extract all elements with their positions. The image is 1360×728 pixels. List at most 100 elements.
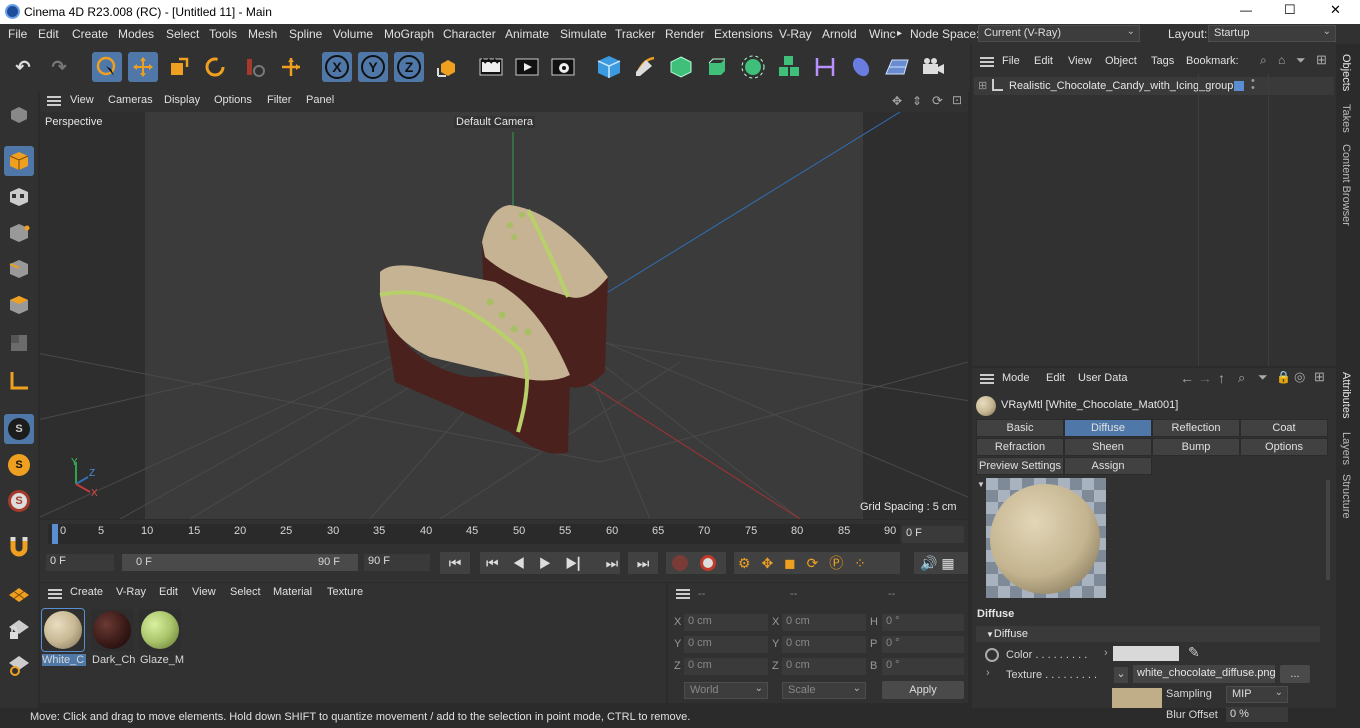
live-select-icon[interactable]: [92, 52, 122, 82]
apply-button[interactable]: Apply: [882, 681, 964, 699]
viewport-rotate-icon[interactable]: ⟳: [932, 93, 943, 109]
search-icon[interactable]: ⌕: [1238, 370, 1245, 386]
viewport-menu-filter[interactable]: Filter: [267, 94, 291, 106]
menu-volume[interactable]: Volume: [333, 27, 373, 41]
tab-objects[interactable]: Objects: [1340, 54, 1352, 91]
layout-select[interactable]: Startup ⌄: [1208, 25, 1336, 42]
lock-y-axis-button[interactable]: Y: [358, 52, 388, 82]
back-arrow-icon[interactable]: ←: [1180, 370, 1194, 386]
viewport-pan-icon[interactable]: ✥: [892, 94, 902, 108]
viewport-camera-label[interactable]: Default Camera: [454, 116, 536, 128]
material-thumbnail[interactable]: [41, 608, 85, 652]
menu-select[interactable]: Select: [166, 27, 199, 41]
coord-p-field[interactable]: 0 °: [882, 636, 964, 653]
render-view-icon[interactable]: [476, 52, 506, 82]
deformer-icon[interactable]: [810, 52, 840, 82]
tab-refraction[interactable]: Refraction: [976, 438, 1064, 456]
dynamic-grid-icon[interactable]: [4, 650, 34, 680]
start-frame-field[interactable]: 0 F: [46, 554, 114, 571]
viewport-dolly-icon[interactable]: ⇕: [912, 94, 922, 108]
tab-preview-settings[interactable]: Preview Settings: [976, 457, 1064, 475]
render-settings-icon[interactable]: [548, 52, 578, 82]
pen-spline-icon[interactable]: [630, 52, 660, 82]
lock-icon[interactable]: 🔒: [1276, 370, 1291, 384]
attr-menu-user-data[interactable]: User Data: [1078, 372, 1128, 384]
tab-diffuse[interactable]: Diffuse: [1064, 419, 1152, 437]
material-name[interactable]: Dark_Ch: [92, 654, 136, 666]
autokey-icon[interactable]: [700, 555, 716, 571]
preview-collapse-icon[interactable]: ▼: [977, 480, 985, 489]
points-mode-icon[interactable]: [4, 218, 34, 248]
field-object-icon[interactable]: [846, 52, 876, 82]
settings-icon[interactable]: ◎: [1294, 369, 1305, 385]
scrollbar[interactable]: [1326, 480, 1330, 580]
visibility-dots-icon[interactable]: • •: [1251, 76, 1255, 94]
material-menu-view[interactable]: View: [192, 586, 216, 598]
move-tool-icon[interactable]: [128, 52, 158, 82]
current-frame-field[interactable]: 0 F: [902, 526, 964, 543]
edges-mode-icon[interactable]: [4, 254, 34, 284]
tab-options[interactable]: Options: [1240, 438, 1328, 456]
texture-mode-icon[interactable]: [4, 182, 34, 212]
menu-window[interactable]: Winc: [869, 27, 896, 41]
uv-mode-icon[interactable]: [4, 328, 34, 358]
menu-modes[interactable]: Modes: [118, 27, 154, 41]
menu-vray[interactable]: V-Ray: [779, 27, 812, 41]
lock-x-axis-button[interactable]: X: [322, 52, 352, 82]
layer-color-swatch[interactable]: [1234, 81, 1244, 91]
coord-py-field[interactable]: 0 cm: [684, 636, 768, 653]
extrude-generator-icon[interactable]: [702, 52, 732, 82]
tab-sheen[interactable]: Sheen: [1064, 438, 1152, 456]
texture-dropdown-icon[interactable]: ⌄: [1114, 667, 1128, 683]
objects-menu-edit[interactable]: Edit: [1034, 55, 1053, 67]
keyframe-filters[interactable]: ⚙ ✥ ◼ ⟳ Ⓟ ⁘: [734, 552, 900, 574]
tab-attributes[interactable]: Attributes: [1340, 372, 1352, 418]
tab-basic[interactable]: Basic: [976, 419, 1064, 437]
tab-takes[interactable]: Takes: [1340, 104, 1352, 133]
end-frame-field[interactable]: 90 F: [364, 554, 430, 571]
viewport-maximize-icon[interactable]: ⊡: [952, 93, 962, 107]
filter-icon[interactable]: ⏷: [1258, 370, 1268, 385]
menu-overflow-icon[interactable]: ▸: [897, 28, 902, 39]
redo-icon[interactable]: ↷: [44, 52, 74, 82]
make-editable-icon[interactable]: [4, 100, 34, 130]
attr-menu-mode[interactable]: Mode: [1002, 372, 1030, 384]
menu-render[interactable]: Render: [665, 27, 704, 41]
material-menu-create[interactable]: Create: [70, 586, 103, 598]
menu-mograph[interactable]: MoGraph: [384, 27, 434, 41]
tab-coat[interactable]: Coat: [1240, 419, 1328, 437]
record-off-icon[interactable]: [672, 555, 688, 571]
forward-arrow-icon[interactable]: →: [1198, 370, 1212, 386]
material-menu-vray[interactable]: V-Ray: [116, 586, 146, 598]
menu-file[interactable]: File: [8, 27, 27, 41]
menu-extensions[interactable]: Extensions: [714, 27, 773, 41]
coord-b-field[interactable]: 0 °: [882, 658, 964, 675]
lock-z-axis-button[interactable]: Z: [394, 52, 424, 82]
texture-browse-button[interactable]: ...: [1280, 665, 1310, 683]
tab-assign[interactable]: Assign: [1064, 457, 1152, 475]
material-menu-texture[interactable]: Texture: [327, 586, 363, 598]
objects-menu-tags[interactable]: Tags: [1151, 55, 1174, 67]
coord-sy-field[interactable]: 0 cm: [782, 636, 866, 653]
menu-arnold[interactable]: Arnold: [822, 27, 857, 41]
cloner-icon[interactable]: [738, 52, 768, 82]
goto-end-icon[interactable]: ⏭: [628, 552, 658, 574]
rotate-tool-icon[interactable]: [200, 52, 230, 82]
home-icon[interactable]: ⌂: [1278, 53, 1285, 67]
cube-primitive-icon[interactable]: [594, 52, 624, 82]
polygons-mode-icon[interactable]: [4, 290, 34, 320]
coord-sx-field[interactable]: 0 cm: [782, 614, 866, 631]
material-thumbnail[interactable]: [91, 609, 133, 651]
menu-create[interactable]: Create: [72, 27, 108, 41]
coord-px-field[interactable]: 0 cm: [684, 614, 768, 631]
viewport-menu-cameras[interactable]: Cameras: [108, 94, 153, 106]
material-name[interactable]: White_C: [42, 654, 86, 666]
hamburger-menu-icon[interactable]: [47, 96, 61, 106]
record-controls[interactable]: [666, 552, 726, 574]
attr-menu-edit[interactable]: Edit: [1046, 372, 1065, 384]
solo-s-icon[interactable]: S: [4, 450, 34, 480]
tab-content-browser[interactable]: Content Browser: [1340, 144, 1352, 226]
diffuse-group-header[interactable]: ▼Diffuse: [976, 626, 1320, 642]
objects-menu-view[interactable]: View: [1068, 55, 1092, 67]
render-to-picture-viewer-icon[interactable]: [512, 52, 542, 82]
